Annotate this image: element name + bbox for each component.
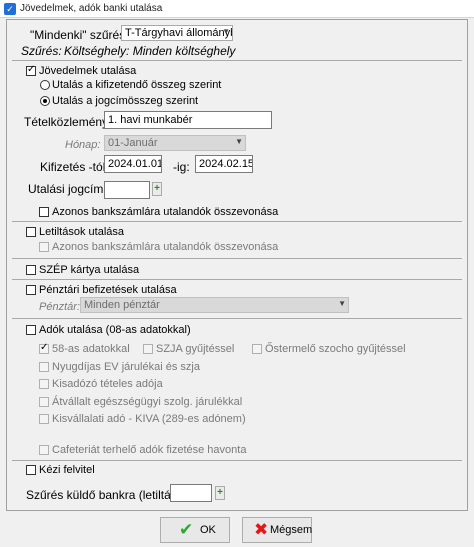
adok-cafeteria-checkbox[interactable] xyxy=(39,445,49,455)
adok-kiva-label: Kisvállalati adó - KIVA (289-es adónem) xyxy=(52,413,246,425)
jovedelmek-azonos-checkbox[interactable] xyxy=(39,207,49,217)
kifizetes-label: Kifizetés -tól: xyxy=(40,160,109,174)
divider xyxy=(12,258,462,259)
ok-button-label: OK xyxy=(200,524,216,536)
divider xyxy=(12,460,462,461)
adok-58-label: 58-as adatokkal xyxy=(52,343,130,355)
bank-filter-label: Szűrés küldő bankra (letiltás): xyxy=(26,488,185,502)
jovedelmek-azonos-label: Azonos bankszámlára utalandók összevonás… xyxy=(52,206,279,218)
tetelkozlemeny-label: Tételközlemény: xyxy=(24,115,112,129)
radio-jogcimosszeg-label: Utalás a jogcímösszeg szerint xyxy=(52,95,199,107)
filter-summary-value: Költséghely: Minden költséghely xyxy=(64,44,236,58)
divider xyxy=(12,279,462,280)
adok-cafeteria-label: Cafeteriát terhelő adók fizetése havonta xyxy=(52,444,247,456)
utalasi-jogcim-label: Utalási jogcím: xyxy=(28,182,107,196)
adok-label: Adók utalása (08-as adatokkal) xyxy=(39,324,191,336)
adok-kisadozo-checkbox[interactable] xyxy=(39,379,49,389)
check-window-icon: ✓ xyxy=(4,3,16,15)
adok-szja-label: SZJA gyűjtéssel xyxy=(156,343,235,355)
adok-ostermelo-label: Őstermelő szocho gyűjtéssel xyxy=(265,343,406,355)
divider xyxy=(12,318,462,319)
ok-button[interactable]: ✔ OK xyxy=(160,517,230,543)
checkmark-icon: ✔ xyxy=(179,520,194,539)
letiltasok-azonos-checkbox[interactable] xyxy=(39,242,49,252)
szep-label: SZÉP kártya utalása xyxy=(39,264,140,276)
mindenki-filter-value: T-Tárgyhavi állományba xyxy=(125,27,233,39)
adok-58-checkbox[interactable] xyxy=(39,342,49,354)
kifizetes-from-input[interactable]: 2024.01.01 xyxy=(104,155,162,173)
penztari-checkbox[interactable] xyxy=(26,285,36,295)
radio-kifizetendo-label: Utalás a kifizetendő összeg szerint xyxy=(52,79,222,91)
adok-atvallalt-checkbox[interactable] xyxy=(39,397,49,407)
divider xyxy=(12,60,462,61)
letiltasok-checkbox[interactable] xyxy=(26,227,36,237)
penztar-select[interactable]: Minden pénztár ▼ xyxy=(80,297,349,313)
kezi-label: Kézi felvitel xyxy=(39,464,95,476)
honap-value: 01-Január xyxy=(108,137,158,149)
mindenki-filter-select[interactable]: T-Tárgyhavi állományba ▼ xyxy=(121,25,233,41)
chevron-down-icon: ▼ xyxy=(235,137,243,146)
filter-summary-label: Szűrés: xyxy=(21,44,62,58)
plus-icon[interactable]: + xyxy=(215,486,225,500)
window-title: Jövedelmek, adók banki utalása xyxy=(20,3,163,14)
adok-atvallalt-label: Átvállalt egészségügyi szolg. járulékkal xyxy=(52,396,243,408)
penztar-value: Minden pénztár xyxy=(84,299,160,311)
penztar-label: Pénztár: xyxy=(39,301,80,313)
cancel-button[interactable]: ✖ Mégsem xyxy=(242,517,312,543)
adok-nyugdijas-label: Nyugdíjas EV járulékai és szja xyxy=(52,361,200,373)
chevron-down-icon: ▼ xyxy=(222,27,230,36)
adok-ostermelo-checkbox[interactable] xyxy=(252,344,262,354)
radio-jogcimosszeg[interactable] xyxy=(40,96,50,106)
honap-label: Hónap: xyxy=(65,139,101,151)
jovedelmek-label: Jövedelmek utalása xyxy=(39,65,137,77)
chevron-down-icon: ▼ xyxy=(338,299,346,308)
penztari-label: Pénztári befizetések utalása xyxy=(39,284,177,296)
kezi-checkbox[interactable] xyxy=(26,465,36,475)
szep-checkbox[interactable] xyxy=(26,265,36,275)
letiltasok-label: Letiltások utalása xyxy=(39,226,124,238)
adok-nyugdijas-checkbox[interactable] xyxy=(39,362,49,372)
close-icon: ✖ xyxy=(254,520,269,539)
adok-kisadozo-label: Kisadózó tételes adója xyxy=(52,378,163,390)
adok-kiva-checkbox[interactable] xyxy=(39,414,49,424)
letiltasok-azonos-label: Azonos bankszámlára utalandók összevonás… xyxy=(52,241,279,253)
bank-filter-input[interactable] xyxy=(170,484,212,502)
divider xyxy=(12,221,462,222)
radio-kifizetendo[interactable] xyxy=(40,80,50,90)
mindenki-filter-label: "Mindenki" szűrés: xyxy=(30,28,129,42)
tetelkozlemeny-input[interactable]: 1. havi munkabér xyxy=(104,111,272,129)
jovedelmek-checkbox[interactable] xyxy=(26,64,36,76)
kifizetes-to-input[interactable]: 2024.02.15 xyxy=(195,155,253,173)
kifizetes-ig-label: -ig: xyxy=(173,160,190,174)
plus-icon[interactable]: + xyxy=(152,182,162,196)
utalasi-jogcim-input[interactable] xyxy=(104,181,150,199)
title-bar: ✓ Jövedelmek, adók banki utalása xyxy=(0,0,474,18)
adok-checkbox[interactable] xyxy=(26,325,36,335)
honap-select[interactable]: 01-Január ▼ xyxy=(104,135,246,151)
adok-szja-checkbox[interactable] xyxy=(143,344,153,354)
cancel-button-label: Mégsem xyxy=(270,524,313,536)
